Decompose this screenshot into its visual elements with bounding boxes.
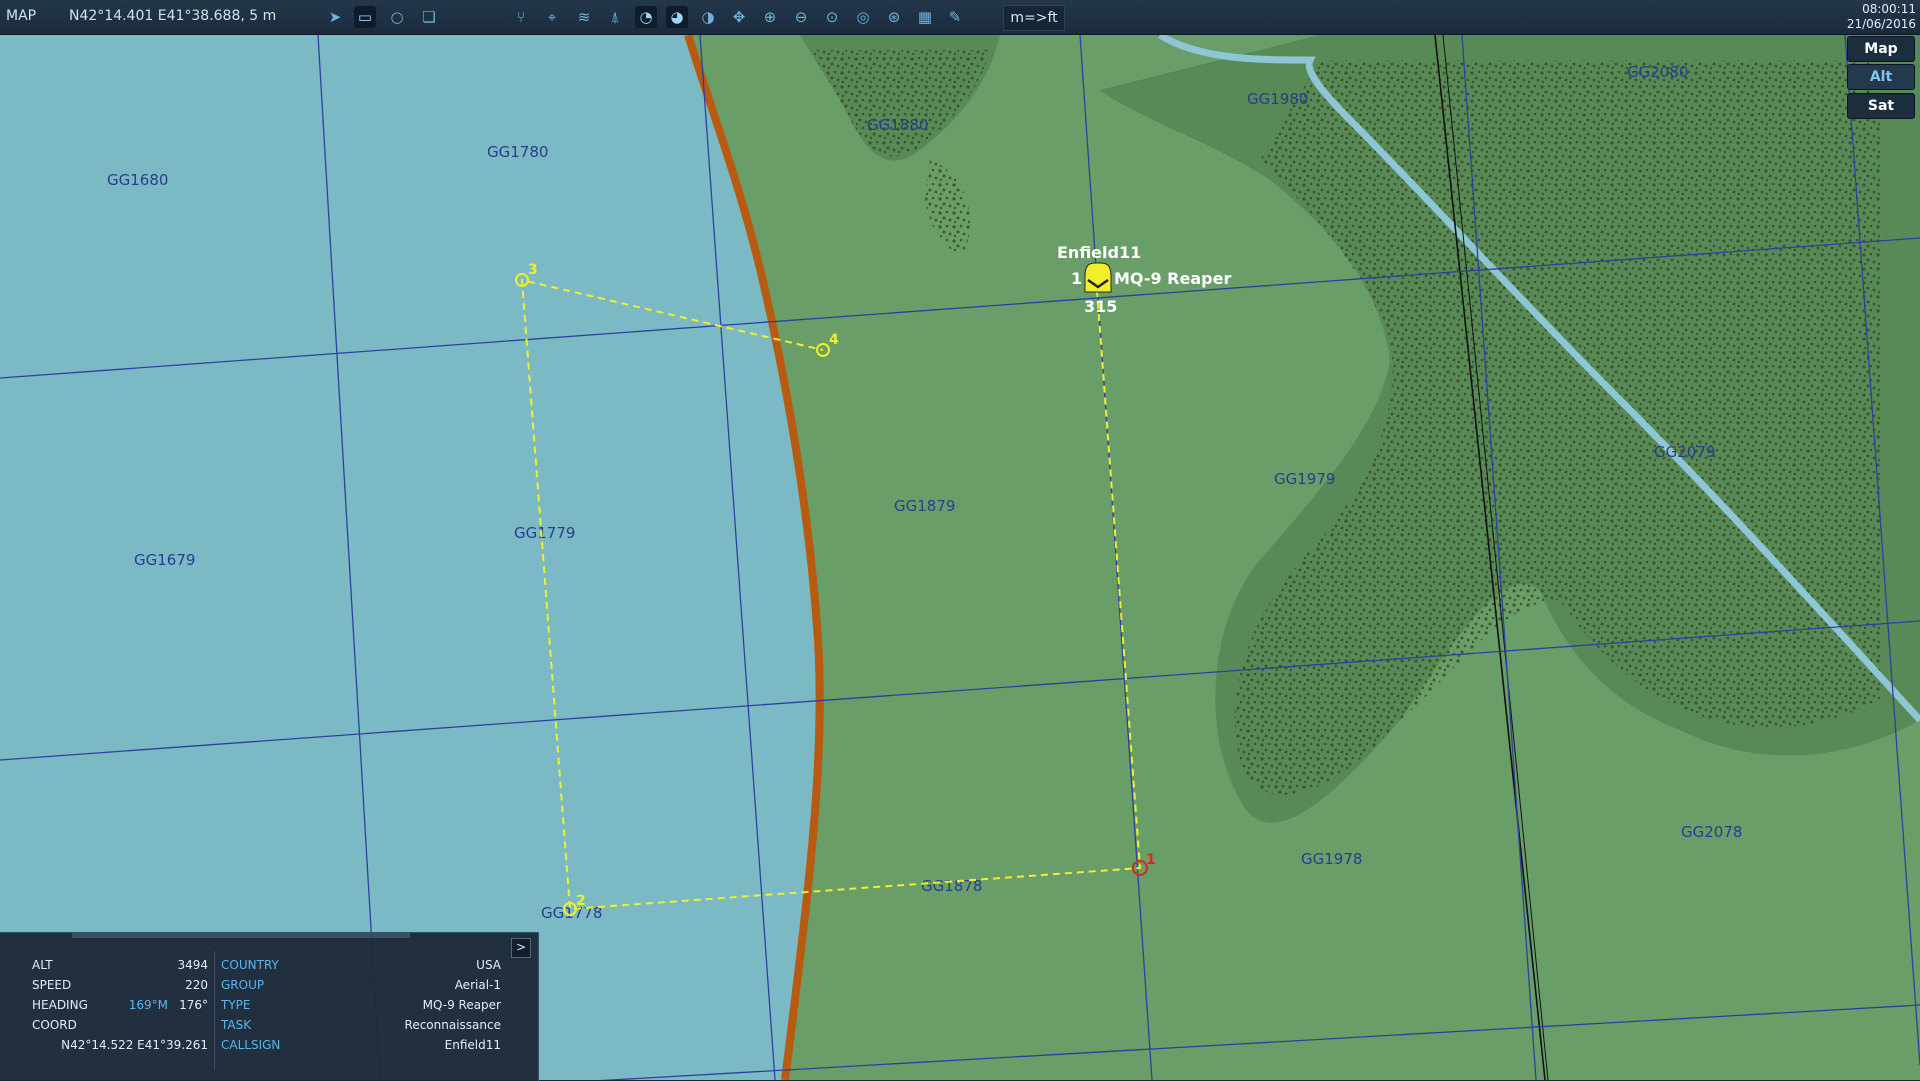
- date: 21/06/2016: [1846, 17, 1916, 31]
- svg-text:3: 3: [528, 262, 538, 278]
- alt-layer-button[interactable]: Alt: [1847, 64, 1915, 90]
- task-value: Reconnaissance: [404, 1018, 501, 1032]
- zoom-fit-icon[interactable]: ⊙: [821, 6, 843, 28]
- panel-drag-handle[interactable]: [72, 933, 410, 938]
- svg-text:2: 2: [576, 893, 586, 909]
- svg-text:1: 1: [1146, 852, 1156, 868]
- grid-label: GG1778: [541, 904, 602, 922]
- target-icon[interactable]: ⌖: [541, 6, 563, 28]
- layers-icon[interactable]: ❏: [418, 6, 440, 28]
- map-layer-button[interactable]: Map: [1847, 36, 1915, 62]
- unit-heading-label: 315: [1084, 297, 1117, 316]
- heading-true-value: 176°: [179, 998, 208, 1012]
- country-label: COUNTRY: [221, 958, 279, 972]
- target-rings-icon[interactable]: ◎: [852, 6, 874, 28]
- unit-count-label: 1: [1071, 269, 1082, 288]
- cursor-coordinates: N42°14.401 E41°38.688, 5 m: [69, 8, 277, 24]
- country-value: USA: [476, 958, 501, 972]
- ewr-icon[interactable]: ◑: [697, 6, 719, 28]
- panel-toggle-button[interactable]: >: [511, 938, 531, 958]
- speed-label: SPEED: [32, 978, 72, 992]
- coord-label: COORD: [32, 1018, 77, 1032]
- panel-divider: [214, 951, 215, 1069]
- grid-label: GG1780: [487, 143, 548, 161]
- units-toggle-button[interactable]: m=>ft: [1003, 5, 1065, 31]
- circle-icon[interactable]: ○: [386, 6, 408, 28]
- unit-info-panel: > ALT 3494 SPEED 220 HEADING 169°M 176° …: [0, 932, 539, 1081]
- heading-label: HEADING: [32, 998, 88, 1012]
- zoom-out-icon[interactable]: ⊖: [790, 6, 812, 28]
- grid-label: GG2080: [1627, 63, 1688, 81]
- heading-magnetic-value: 169°M: [128, 998, 168, 1012]
- route-icon[interactable]: ➤: [324, 6, 346, 28]
- grid-label: GG1679: [134, 551, 195, 569]
- map-canvas[interactable]: GG1680 GG1780 GG1880 GG1980 GG2080 GG167…: [0, 35, 1920, 1080]
- group-value: Aerial-1: [454, 978, 501, 992]
- unit-callsign-label: Enfield11: [1057, 243, 1141, 262]
- grid-label: GG2079: [1654, 443, 1715, 461]
- pan-icon[interactable]: ✥: [728, 6, 750, 28]
- network-icon[interactable]: ⑂: [510, 6, 532, 28]
- svg-text:4: 4: [829, 332, 839, 348]
- clock: 08:00:11 21/06/2016: [1847, 2, 1916, 32]
- ruler-icon[interactable]: ▭: [354, 6, 376, 28]
- grid-label: GG2078: [1681, 823, 1742, 841]
- wifi-icon[interactable]: ≋: [573, 6, 595, 28]
- tower-icon[interactable]: ⍋: [604, 6, 626, 28]
- type-label: TYPE: [221, 998, 251, 1012]
- speed-value: 220: [185, 978, 208, 992]
- zoom-in-icon[interactable]: ⊕: [759, 6, 781, 28]
- grid-label: GG1978: [1301, 850, 1362, 868]
- globe-icon[interactable]: ⊛: [883, 6, 905, 28]
- sam-icon[interactable]: ◕: [666, 6, 688, 28]
- grid-label: GG1880: [867, 116, 928, 134]
- type-value: MQ-9 Reaper: [422, 998, 501, 1012]
- top-toolbar: MAP N42°14.401 E41°38.688, 5 m ➤ ▭ ○ ❏ ⑂…: [0, 0, 1920, 35]
- callsign-value: Enfield11: [444, 1038, 501, 1052]
- radar-icon[interactable]: ◔: [635, 6, 657, 28]
- grid-label: GG1979: [1274, 470, 1335, 488]
- unit-type-label: MQ-9 Reaper: [1114, 269, 1231, 288]
- grid-label: GG1879: [894, 497, 955, 515]
- map-mode-label: MAP: [6, 8, 37, 24]
- time: 08:00:11: [1862, 2, 1916, 16]
- grid-label: GG1779: [514, 524, 575, 542]
- alt-value: 3494: [177, 958, 208, 972]
- sat-layer-button[interactable]: Sat: [1847, 93, 1915, 119]
- grid-label: GG1980: [1247, 90, 1308, 108]
- group-label: GROUP: [221, 978, 265, 992]
- grid-icon[interactable]: ▦: [914, 6, 936, 28]
- callsign-label: CALLSIGN: [221, 1038, 281, 1052]
- alt-label: ALT: [32, 958, 53, 972]
- grid-label: GG1680: [107, 171, 168, 189]
- task-label: TASK: [221, 1018, 252, 1032]
- coord-value: N42°14.522 E41°39.261: [61, 1038, 208, 1052]
- pen-icon[interactable]: ✎: [944, 6, 966, 28]
